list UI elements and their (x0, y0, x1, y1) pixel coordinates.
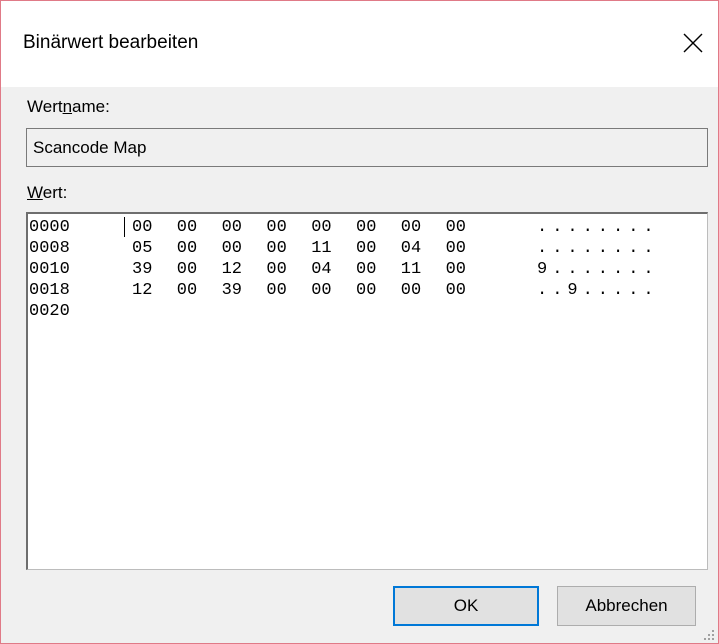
hex-byte[interactable]: 00 (222, 217, 242, 238)
hex-byte[interactable]: 00 (401, 217, 421, 238)
hex-ascii: ..9..... (537, 281, 659, 300)
hex-byte[interactable]: 00 (266, 259, 286, 280)
hex-byte[interactable]: 12 (132, 280, 152, 301)
hex-byte[interactable]: 00 (266, 217, 286, 238)
hex-byte[interactable]: 00 (356, 280, 376, 301)
hex-byte[interactable]: 39 (132, 259, 152, 280)
hex-byte[interactable]: 00 (311, 217, 331, 238)
hex-byte[interactable]: 00 (401, 280, 421, 301)
hex-byte[interactable]: 00 (356, 217, 376, 238)
hex-byte[interactable]: 00 (446, 259, 466, 280)
hex-byte[interactable]: 04 (311, 259, 331, 280)
hex-byte[interactable]: 05 (132, 238, 152, 259)
hex-byte[interactable]: 00 (266, 280, 286, 301)
close-button[interactable] (673, 23, 713, 63)
resize-grip-icon[interactable] (702, 628, 716, 642)
hex-byte[interactable]: 00 (356, 238, 376, 259)
hex-byte[interactable]: 00 (446, 280, 466, 301)
hex-ascii: 9....... (537, 260, 659, 279)
hex-ascii: ........ (537, 218, 659, 237)
close-icon (683, 33, 703, 53)
hex-byte[interactable]: 12 (222, 259, 242, 280)
hex-byte[interactable]: 00 (266, 238, 286, 259)
hex-byte[interactable]: 11 (311, 238, 331, 259)
dialog-title: Binärwert bearbeiten (23, 32, 199, 53)
hex-byte[interactable]: 00 (177, 238, 197, 259)
hex-offset: 0020 (29, 302, 70, 321)
cancel-button[interactable]: Abbrechen (557, 586, 696, 626)
hex-byte[interactable]: 00 (177, 259, 197, 280)
title-bar[interactable]: Binärwert bearbeiten (1, 1, 718, 87)
hex-offset: 0018 (29, 281, 70, 300)
hex-byte[interactable]: 00 (356, 259, 376, 280)
hex-byte[interactable]: 00 (311, 280, 331, 301)
hex-byte[interactable]: 00 (177, 280, 197, 301)
text-cursor (124, 217, 125, 237)
hex-byte[interactable]: 00 (132, 217, 152, 238)
hex-byte[interactable]: 39 (222, 280, 242, 301)
hex-ascii: ........ (537, 239, 659, 258)
hex-byte[interactable]: 00 (446, 217, 466, 238)
value-name-field[interactable]: Scancode Map (26, 128, 708, 167)
hex-byte[interactable]: 00 (446, 238, 466, 259)
hex-byte[interactable]: 04 (401, 238, 421, 259)
hex-byte[interactable]: 11 (401, 259, 421, 280)
hex-offset: 0010 (29, 260, 70, 279)
ok-button[interactable]: OK (393, 586, 539, 626)
hex-byte[interactable]: 00 (177, 217, 197, 238)
hex-byte[interactable]: 00 (222, 238, 242, 259)
hex-editor[interactable]: 0000 00 00 00 00 00 00 00 00........ 0008 05 00 00 00… (26, 212, 708, 570)
edit-binary-value-dialog: Binärwert bearbeiten Wertname: Scancode … (0, 0, 719, 644)
value-name-label: Wertname: (27, 97, 110, 116)
value-data-label: Wert: (27, 183, 68, 202)
hex-offset: 0008 (29, 239, 70, 258)
hex-offset: 0000 (29, 218, 70, 237)
